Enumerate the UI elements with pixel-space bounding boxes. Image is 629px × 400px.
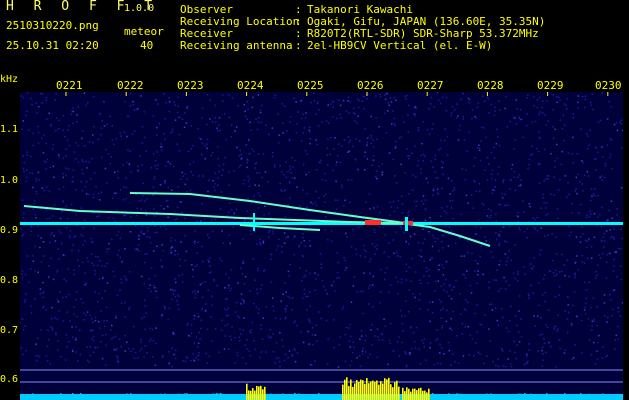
y-tick-label-0-7: 0.7 bbox=[0, 325, 19, 336]
antenna-value: 2el-HB9CV Vertical (el. E-W) bbox=[307, 39, 493, 52]
y-tick-label-1-1: 1.1 bbox=[0, 124, 19, 135]
y-tick-label-1-0: 1.0 bbox=[0, 175, 19, 186]
image-filename: 2510310220.png bbox=[6, 19, 99, 32]
y-tick-label-0-8: 0.8 bbox=[0, 275, 19, 286]
meteor-echo-burst bbox=[405, 217, 408, 231]
spectrogram-plot bbox=[20, 92, 623, 400]
carrier-line bbox=[20, 222, 623, 225]
meteor-echo-peak bbox=[365, 220, 381, 225]
antenna-colon: : bbox=[295, 39, 302, 52]
y-unit-label: kHz bbox=[0, 74, 19, 85]
meteor-count: 40 bbox=[140, 39, 154, 52]
spectrogram-background bbox=[20, 92, 623, 400]
app-version: 1.0.0 bbox=[124, 3, 155, 14]
capture-datetime: 25.10.31 02:20 bbox=[6, 39, 99, 52]
hroft-window: H R O F F T 1.0.0 2510310220.png meteor … bbox=[0, 0, 629, 400]
meteor-echo-burst bbox=[253, 213, 255, 231]
y-tick-label-0-9: 0.9 bbox=[0, 225, 19, 236]
antenna-label: Receiving antenna bbox=[180, 39, 293, 52]
y-tick-label-0-6: 0.6 bbox=[0, 374, 19, 385]
meteor-label: meteor bbox=[124, 25, 164, 38]
